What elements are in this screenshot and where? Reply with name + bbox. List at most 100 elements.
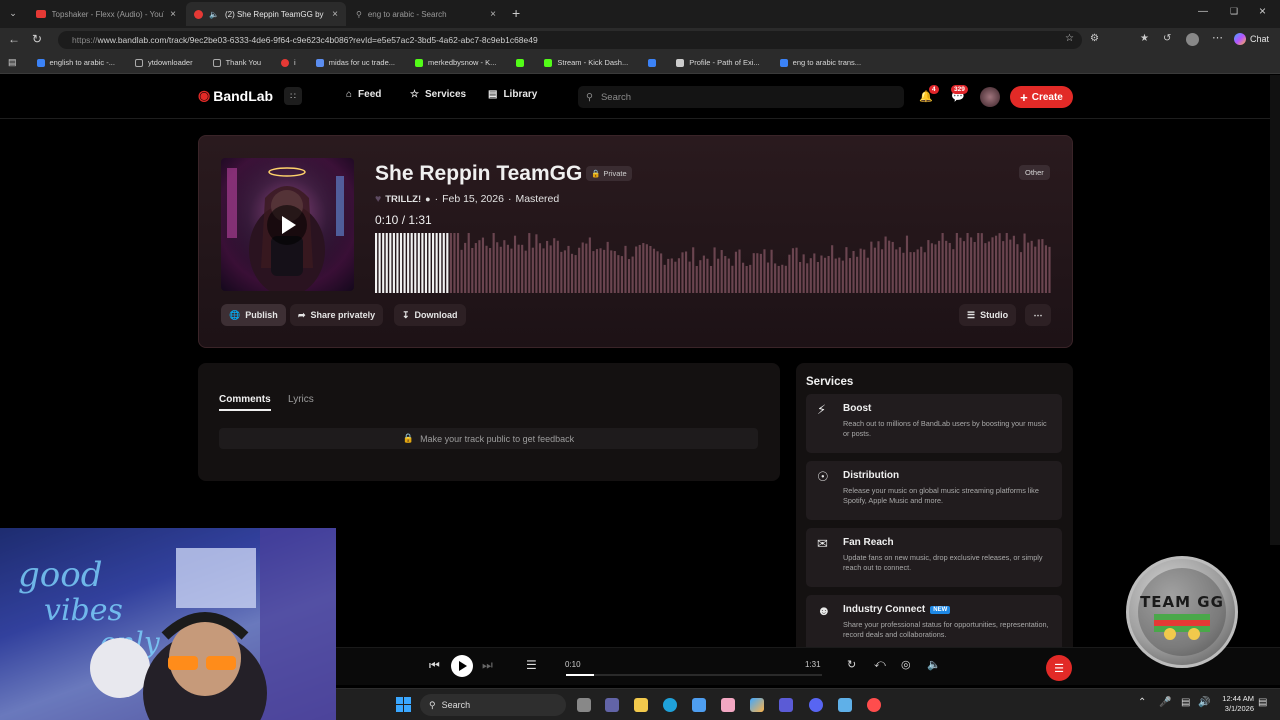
nav-services[interactable]: ☆ Services bbox=[410, 89, 466, 100]
taskbar-search[interactable]: ⚲ Search bbox=[420, 694, 566, 716]
waveform-bar bbox=[460, 249, 463, 293]
create-button[interactable]: + Create bbox=[1010, 86, 1073, 108]
service-fan-reach[interactable]: ✉ Fan Reach Update fans on new music, dr… bbox=[806, 528, 1062, 587]
waveform-bar bbox=[699, 260, 702, 293]
waveform-bar bbox=[1034, 246, 1037, 293]
copilot-chat-button[interactable]: Chat bbox=[1234, 33, 1269, 45]
player-menu-button[interactable]: ☰ bbox=[1046, 655, 1072, 681]
bookmark-ytdownloader[interactable]: ytdownloader bbox=[134, 58, 193, 67]
player-progress-track[interactable] bbox=[566, 674, 822, 676]
recording-app-icon[interactable] bbox=[867, 698, 881, 712]
close-tab-icon[interactable]: × bbox=[490, 9, 496, 20]
bookmark-kick-dashboard[interactable]: Stream - Kick Dash... bbox=[544, 58, 628, 67]
heart-app-icon[interactable] bbox=[721, 698, 735, 712]
next-track-icon[interactable]: ⏭ bbox=[482, 658, 493, 673]
tab-search[interactable]: ⚲ eng to arabic - Search × bbox=[348, 2, 504, 26]
network-icon[interactable]: ▤ bbox=[1181, 697, 1190, 708]
nav-library[interactable]: ▤ Library bbox=[488, 89, 537, 100]
artist-link[interactable]: TRILLZ! bbox=[385, 194, 421, 205]
waveform-bar bbox=[838, 257, 841, 293]
minimize-button[interactable]: — bbox=[1198, 6, 1208, 17]
waveform-bar bbox=[709, 266, 713, 293]
bookmark-blue-icon bbox=[315, 58, 324, 67]
bookmark-search[interactable] bbox=[648, 58, 657, 67]
play-button[interactable] bbox=[267, 205, 307, 245]
clock-time: 12:44 AM bbox=[1222, 694, 1254, 703]
waveform-bar bbox=[652, 248, 656, 293]
notification-center-icon[interactable]: ▤ bbox=[1258, 697, 1267, 708]
task-view-icon[interactable] bbox=[577, 698, 591, 712]
bookmark-kick[interactable] bbox=[516, 58, 525, 67]
microphone-icon[interactable]: 🎤 bbox=[1159, 697, 1171, 708]
tab-list-chevron-icon[interactable]: ⌄ bbox=[6, 6, 20, 20]
user-avatar[interactable] bbox=[980, 87, 1000, 107]
apps-grid-icon[interactable]: ∷ bbox=[284, 87, 302, 105]
teams-icon[interactable] bbox=[605, 698, 619, 712]
bandlab-logo[interactable]: ◉ BandLab bbox=[198, 87, 273, 104]
bookmark-merkedbysnow[interactable]: merkedbysnow - K... bbox=[415, 58, 496, 67]
tray-chevron-icon[interactable]: ⌃ bbox=[1138, 697, 1146, 708]
shuffle-icon[interactable]: ⤺ bbox=[874, 658, 886, 671]
clock[interactable]: 12:44 AM 3/1/2026 bbox=[1214, 694, 1254, 714]
waveform[interactable] bbox=[375, 233, 1052, 293]
tab-lyrics[interactable]: Lyrics bbox=[288, 394, 314, 405]
history-icon[interactable]: ↺ bbox=[1163, 33, 1171, 44]
discord-icon[interactable] bbox=[809, 698, 823, 712]
new-tab-button[interactable]: + bbox=[512, 5, 520, 21]
sidebar-toggle-icon[interactable]: ▤ bbox=[8, 57, 17, 68]
tab-comments[interactable]: Comments bbox=[219, 394, 271, 411]
service-name: Industry Connect NEW bbox=[843, 604, 951, 615]
refresh-icon[interactable]: ↻ bbox=[32, 32, 42, 46]
player-play-button[interactable] bbox=[451, 655, 473, 677]
repeat-icon[interactable]: ↻ bbox=[847, 658, 856, 671]
close-tab-icon[interactable]: × bbox=[170, 9, 176, 20]
store-icon[interactable] bbox=[692, 698, 706, 712]
file-explorer-icon[interactable] bbox=[634, 698, 648, 712]
queue-icon[interactable]: ☰ bbox=[526, 658, 537, 672]
close-tab-icon[interactable]: × bbox=[332, 9, 338, 20]
more-menu-icon[interactable]: ⋯ bbox=[1212, 31, 1223, 44]
bookmark-english-arabic[interactable]: english to arabic -... bbox=[36, 58, 115, 67]
service-distribution[interactable]: ☉ Distribution Release your music on glo… bbox=[806, 461, 1062, 520]
edge-icon[interactable] bbox=[663, 698, 677, 712]
page-scrollbar[interactable] bbox=[1270, 75, 1280, 545]
favorite-star-icon[interactable]: ☆ bbox=[1065, 33, 1074, 44]
site-search-input[interactable]: ⚲ Search bbox=[578, 86, 904, 108]
track-cover-art[interactable] bbox=[221, 158, 354, 291]
nav-feed[interactable]: ⌂ Feed bbox=[346, 89, 381, 100]
extensions-icon[interactable]: ⚙ bbox=[1090, 33, 1099, 44]
app-icon[interactable] bbox=[779, 698, 793, 712]
bookmark-thank-you[interactable]: Thank You bbox=[212, 58, 261, 67]
share-privately-button[interactable]: ➦ Share privately bbox=[290, 304, 384, 326]
previous-track-icon[interactable]: ⏮ bbox=[429, 658, 440, 673]
waveform-bar bbox=[898, 247, 901, 293]
bookmark-i[interactable]: i bbox=[281, 58, 296, 67]
bookmark-eng-arabic-trans[interactable]: eng to arabic trans... bbox=[779, 58, 861, 67]
bookmark-poe-profile[interactable]: Profile - Path of Exi... bbox=[676, 58, 760, 67]
speaker-icon[interactable]: 🔈 bbox=[209, 10, 219, 19]
broadcast-icon[interactable]: ◎ bbox=[901, 658, 911, 671]
tab-bandlab[interactable]: 🔈 (2) She Reppin TeamGG by × bbox=[186, 2, 346, 26]
publish-button[interactable]: 🌐 Publish bbox=[221, 304, 286, 326]
start-button-icon[interactable] bbox=[396, 697, 411, 712]
studio-button[interactable]: ☰ Studio bbox=[959, 304, 1017, 326]
maximize-button[interactable]: ❑ bbox=[1230, 6, 1238, 17]
profile-avatar[interactable] bbox=[1186, 33, 1199, 46]
globe-icon: 🌐 bbox=[229, 309, 241, 320]
volume-tray-icon[interactable]: 🔊 bbox=[1198, 697, 1210, 708]
service-industry-connect[interactable]: ☻ Industry Connect NEW Share your profes… bbox=[806, 595, 1062, 654]
download-button[interactable]: ↧ Download bbox=[394, 304, 466, 326]
notepad-icon[interactable] bbox=[838, 698, 852, 712]
volume-icon[interactable]: 🔈 bbox=[927, 658, 941, 671]
service-boost[interactable]: ⚡︎ Boost Reach out to millions of BandLa… bbox=[806, 394, 1062, 453]
bookmark-midas[interactable]: midas for uc trade... bbox=[315, 58, 395, 67]
copilot-icon[interactable] bbox=[750, 698, 764, 712]
close-window-button[interactable]: × bbox=[1259, 4, 1266, 18]
collections-icon[interactable]: ★ bbox=[1140, 33, 1149, 44]
url-field[interactable]: https://www.bandlab.com/track/9ec2be03-6… bbox=[58, 31, 1082, 49]
back-arrow-icon[interactable]: ← bbox=[8, 32, 20, 46]
more-options-button[interactable]: ⋯ bbox=[1025, 304, 1051, 326]
waveform-bar bbox=[581, 242, 584, 293]
tab-youtube[interactable]: Topshaker - Flexx (Audio) - YouTu × bbox=[28, 2, 184, 26]
waveform-bar bbox=[752, 253, 755, 293]
